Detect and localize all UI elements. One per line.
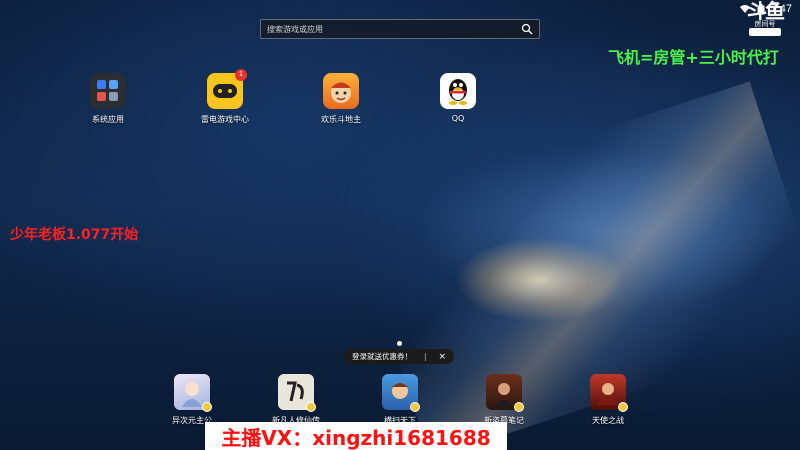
stream-overlay-green-text: 飞机=房管+三小时代打 — [608, 48, 779, 66]
game-3-icon[interactable] — [382, 374, 420, 412]
doudizhu-icon[interactable] — [323, 73, 359, 109]
coupon-badge-icon — [306, 402, 316, 412]
dock-app-1[interactable]: 异次元主公 — [152, 374, 232, 426]
qq-penguin-icon[interactable] — [440, 73, 476, 109]
watermark-logo-text: 斗鱼 — [747, 0, 785, 23]
app-qq[interactable]: QQ — [418, 73, 498, 123]
app-ld-game-center[interactable]: 1 雷电游戏中心 — [185, 69, 265, 125]
coupon-badge-icon — [202, 402, 212, 412]
search-icon[interactable] — [521, 23, 533, 35]
close-icon[interactable]: × — [438, 352, 446, 362]
promo-text: 登录就送优惠券！ — [352, 352, 412, 361]
app-label: 雷电游戏中心 — [201, 115, 249, 124]
dock-app-5[interactable]: 天使之战 — [568, 374, 648, 426]
app-label: 欢乐斗地主 — [321, 115, 361, 124]
game-1-icon[interactable] — [174, 374, 212, 412]
search-bar[interactable] — [260, 19, 540, 39]
game-4-icon[interactable] — [486, 374, 524, 412]
coupon-badge-icon — [410, 402, 420, 412]
watermark-room-number — [749, 28, 781, 36]
search-input[interactable] — [267, 24, 521, 34]
app-label: QQ — [451, 114, 465, 123]
dock-app-4[interactable]: 新盗墓笔记 — [464, 374, 544, 426]
stream-overlay-red-text: 少年老板1.077开始 — [10, 227, 139, 243]
app-label: 天使之战 — [592, 416, 624, 425]
app-doudizhu[interactable]: 欢乐斗地主 — [301, 73, 381, 125]
stream-overlay-bottom-banner: 主播VX：xingzhi1681688 — [205, 422, 507, 450]
dock-app-3[interactable]: 横扫天下 — [360, 374, 440, 426]
ld-game-center-icon[interactable]: 1 — [207, 69, 247, 109]
coupon-badge-icon — [514, 402, 524, 412]
page-indicator-dot — [397, 341, 402, 346]
game-2-icon[interactable] — [278, 374, 316, 412]
dock-app-2[interactable]: 新凡人修仙传 — [256, 374, 336, 426]
notification-badge: 1 — [235, 69, 247, 81]
stream-watermark-logo: 斗鱼 房间号 — [745, 0, 785, 36]
app-system-apps[interactable]: 系统应用 — [68, 73, 148, 125]
system-apps-folder-icon[interactable] — [90, 73, 126, 109]
game-5-icon[interactable] — [590, 374, 628, 412]
promo-toast[interactable]: 登录就送优惠券！ | × — [344, 349, 454, 364]
app-label: 系统应用 — [92, 115, 124, 124]
coupon-badge-icon — [618, 402, 628, 412]
promo-divider: | — [423, 352, 427, 361]
